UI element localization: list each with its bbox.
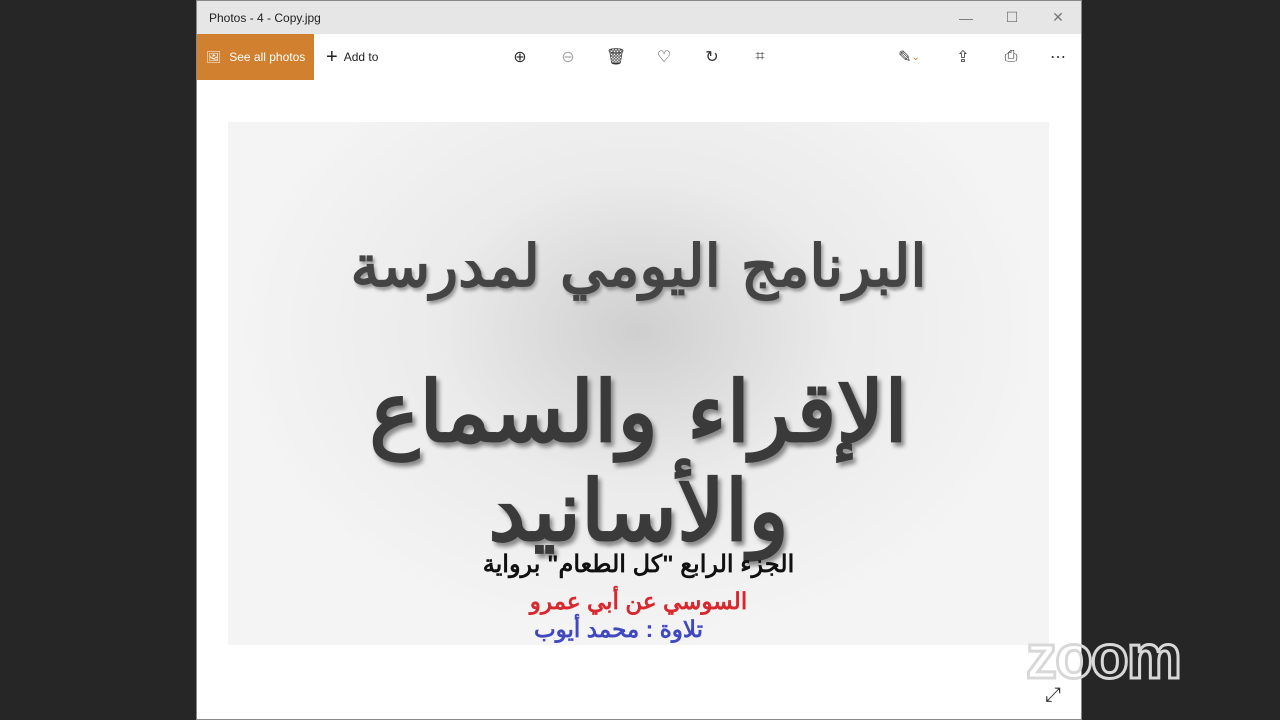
zoom-watermark: zoom [1025, 622, 1184, 694]
photo-icon: 🖼 [206, 50, 222, 64]
photos-window: Photos - 4 - Copy.jpg — ☐ ✕ 🖼 See all pho… [196, 0, 1082, 720]
rotate-icon[interactable]: ↻ [697, 34, 727, 80]
expand-icon[interactable]: ⤢ [1045, 684, 1061, 707]
add-to-button[interactable]: + Add to [326, 46, 378, 69]
crop-icon[interactable]: ⌗ [745, 34, 775, 80]
favorite-heart-icon[interactable]: ♡ [649, 34, 679, 80]
part-text: الجزء الرابع "كل الطعام" برواية [482, 551, 795, 578]
maximize-button[interactable]: ☐ [989, 1, 1035, 34]
more-options-icon[interactable]: ⋯ [1043, 34, 1073, 80]
share-icon[interactable]: ⇪ [948, 34, 978, 80]
reciter-text: تلاوة : محمد أيوب [534, 616, 703, 642]
edit-draw-icon[interactable]: ✎ ⌄ [889, 34, 929, 80]
print-icon[interactable]: ⎙ [996, 34, 1026, 80]
toolbar: 🖼 See all photos + Add to ⊕ ⊖ 🗑 ♡ ↻ ⌗ ✎ ⌄ ⇪… [197, 34, 1081, 80]
zoom-out-icon[interactable]: ⊖ [553, 34, 583, 80]
window-title: Photos - 4 - Copy.jpg [209, 10, 321, 25]
close-button[interactable]: ✕ [1035, 1, 1081, 34]
narration-text: السوسي عن أبي عمرو [529, 588, 748, 614]
photo-image: البرنامج اليومي لمدرسة الإقراء والسماع و… [228, 122, 1049, 645]
delete-icon[interactable]: 🗑 [601, 34, 631, 80]
plus-icon: + [326, 45, 338, 68]
calligraphy-title: البرنامج اليومي لمدرسة [350, 232, 927, 300]
see-all-label: See all photos [229, 50, 306, 64]
zoom-in-icon[interactable]: ⊕ [505, 34, 535, 80]
see-all-photos-button[interactable]: 🖼 See all photos [197, 34, 314, 80]
minimize-button[interactable]: — [943, 1, 989, 34]
calligraphy-subtitle: الإقراء والسماع والأسانيد [369, 362, 908, 560]
add-to-label: Add to [343, 50, 379, 64]
